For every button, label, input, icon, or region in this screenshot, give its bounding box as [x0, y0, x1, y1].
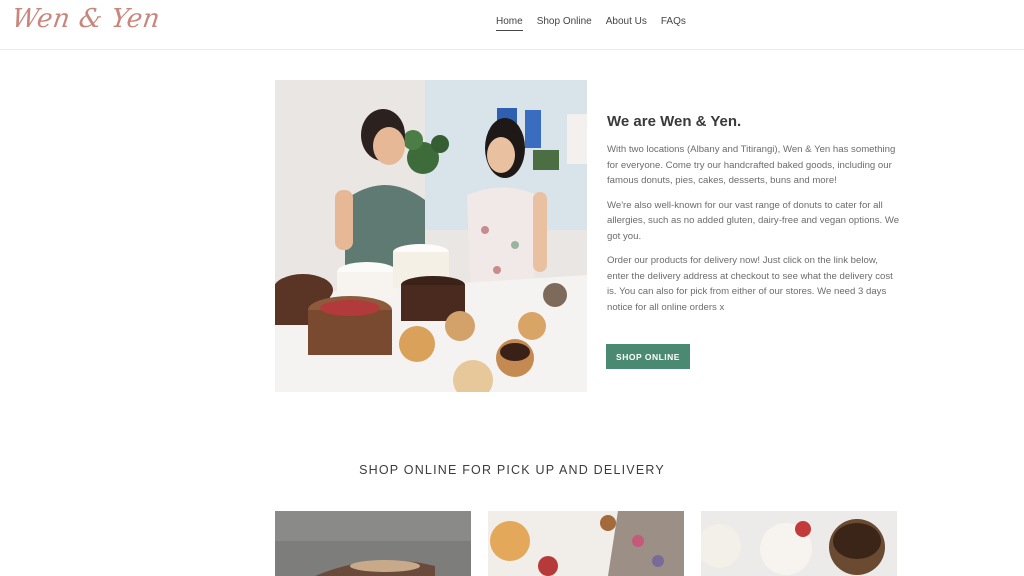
site-header: Wen & Yen Home Shop Online About Us FAQs: [0, 0, 1024, 50]
nav-about-us[interactable]: About Us: [606, 16, 647, 31]
intro-text-block: We are Wen & Yen. With two locations (Al…: [607, 113, 902, 324]
shop-section-title: SHOP ONLINE FOR PICK UP AND DELIVERY: [359, 463, 665, 477]
nav-faqs[interactable]: FAQs: [661, 16, 686, 31]
shop-online-button[interactable]: SHOP ONLINE: [606, 344, 690, 369]
main-nav: Home Shop Online About Us FAQs: [496, 16, 686, 31]
product-card-pastries[interactable]: [488, 511, 684, 576]
intro-heading: We are Wen & Yen.: [607, 113, 742, 130]
product-card-cake[interactable]: [275, 511, 471, 576]
brand-logo[interactable]: Wen & Yen: [10, 4, 162, 34]
nav-shop-online[interactable]: Shop Online: [537, 16, 592, 31]
intro-paragraph-locations: With two locations (Albany and Titirangi…: [607, 144, 896, 186]
hero-photo: [275, 80, 587, 392]
intro-paragraph-delivery: Order our products for delivery now! Jus…: [607, 255, 893, 313]
nav-home[interactable]: Home: [496, 16, 523, 31]
product-card-donuts[interactable]: [701, 511, 897, 576]
intro-paragraph-allergies: We're also well-known for our vast range…: [607, 199, 900, 242]
